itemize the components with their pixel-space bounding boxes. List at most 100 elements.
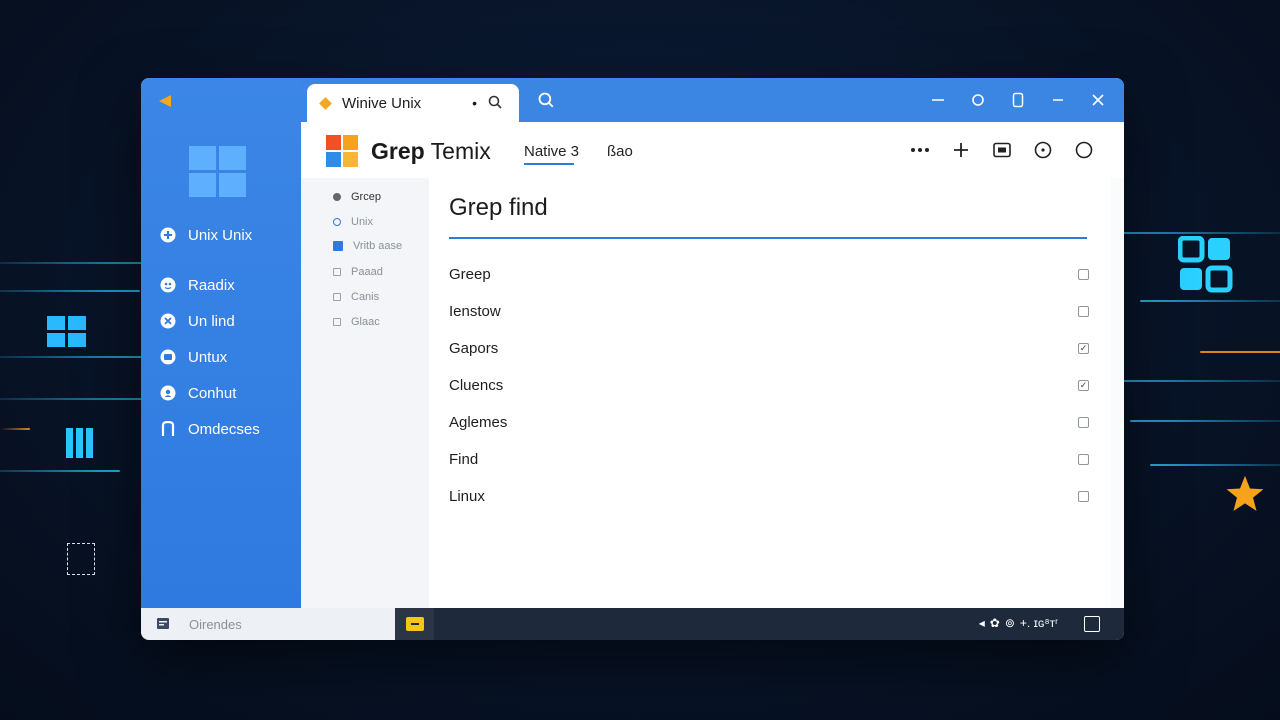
bullet-icon: [333, 318, 341, 326]
circle-icon[interactable]: [958, 78, 998, 122]
checkbox[interactable]: [1078, 490, 1089, 502]
plus-circle-icon: [159, 226, 177, 244]
app-title-bold: Grep: [371, 138, 425, 164]
list-item-label: Linux: [449, 487, 485, 505]
bullet-icon: [333, 293, 341, 301]
list-item-label: Cluencs: [449, 376, 504, 394]
bullet-icon: [333, 218, 341, 226]
folder-icon: [159, 348, 177, 366]
close-icon[interactable]: [1078, 78, 1118, 122]
sidebar-item-label: Paaad: [351, 266, 383, 278]
app-header: Grep Temix Native 3 ßao: [301, 122, 1124, 179]
nav-item-unlind[interactable]: Un lind: [159, 312, 235, 330]
secondary-sidebar: Grcep Unix Vritb aase Paaad Canis Glaac: [301, 178, 429, 608]
list-item[interactable]: Find: [449, 446, 1089, 472]
light-streak: [1100, 380, 1280, 382]
windows-logo-icon: [47, 316, 87, 353]
app-title-rest: Temix: [424, 138, 491, 164]
window-icon[interactable]: [981, 136, 1022, 164]
grid-apps-icon: [1177, 235, 1234, 299]
checkbox[interactable]: ✓: [1078, 342, 1089, 354]
star-icon: [1222, 472, 1268, 523]
nav-item-conhut[interactable]: Conhut: [159, 384, 236, 402]
checkbox[interactable]: [1078, 416, 1089, 428]
nav-item-label: Untux: [188, 348, 228, 366]
checkbox[interactable]: ✓: [1078, 379, 1089, 391]
back-arrow-icon[interactable]: [157, 94, 173, 113]
sidebar-item-vritb[interactable]: Vritb aase: [333, 240, 402, 252]
nav-item-label: Omdecses: [188, 420, 260, 438]
left-nav-pane: Unix Unix Raadix Un lind Untux Conhut Om…: [141, 78, 301, 608]
sidebar-item-label: Canis: [351, 291, 380, 303]
sidebar-item-canis[interactable]: Canis: [333, 291, 379, 303]
tab-dot: •: [472, 95, 477, 111]
more-icon[interactable]: [899, 136, 940, 164]
tab-native[interactable]: Native 3: [524, 143, 579, 160]
add-icon[interactable]: [940, 136, 981, 164]
nav-item-untux[interactable]: Untux: [159, 348, 227, 366]
settings-icon[interactable]: ✿: [990, 616, 1000, 630]
light-streak: [1100, 232, 1280, 234]
light-streak: [0, 356, 160, 358]
status-toggle-button[interactable]: [395, 608, 434, 640]
list-item[interactable]: Linux: [449, 483, 1089, 509]
nav-item-raadix[interactable]: Raadix: [159, 276, 235, 294]
contacts-icon: [159, 384, 177, 402]
windows-logo-icon: [189, 146, 247, 203]
app-logo-icon: [326, 135, 358, 167]
sidebar-item-grcep[interactable]: Grcep: [333, 191, 381, 203]
checkbox[interactable]: [1078, 305, 1089, 317]
list-item[interactable]: Aglemes: [449, 409, 1089, 435]
list-item[interactable]: Greep: [449, 261, 1089, 287]
tab-title: Winive Unix: [342, 94, 422, 112]
close-circle-icon: [159, 312, 177, 330]
phone-icon[interactable]: [998, 78, 1038, 122]
minimize-icon[interactable]: [918, 78, 958, 122]
light-streak: [0, 428, 30, 430]
sync-icon[interactable]: ⊚: [1005, 616, 1015, 630]
arrow-icon[interactable]: ◂: [979, 616, 985, 630]
window-controls: [918, 78, 1118, 122]
sidebar-item-label: Vritb aase: [353, 240, 403, 252]
browser-tab[interactable]: Winive Unix •: [307, 84, 519, 122]
search-icon[interactable]: [487, 94, 505, 112]
light-streak: [1140, 300, 1280, 302]
bullet-icon: [333, 268, 341, 276]
sidebar-item-paaad[interactable]: Paaad: [333, 266, 383, 278]
bars-icon: [66, 428, 94, 463]
notification-icon[interactable]: [1084, 616, 1100, 632]
status-bar: Oirendes ◂ ✿ ⊚ +. ɪɢ⁸ᴛʳ: [141, 608, 1124, 640]
checkbox[interactable]: [1078, 453, 1089, 465]
sidebar-item-glaac[interactable]: Glaac: [333, 316, 380, 328]
list-item[interactable]: Cluencs ✓: [449, 372, 1089, 398]
light-streak: [0, 290, 140, 292]
tab-secondary[interactable]: ßao: [607, 143, 633, 160]
list-item-label: Ienstow: [449, 302, 501, 320]
header-actions: [899, 136, 1104, 164]
list-item-label: Gapors: [449, 339, 499, 357]
list-item-label: Greep: [449, 265, 491, 283]
light-streak: [0, 470, 120, 472]
checkbox[interactable]: [1078, 268, 1089, 280]
status-input[interactable]: Oirendes: [141, 608, 395, 640]
light-streak: [1130, 420, 1280, 422]
profile-icon[interactable]: [1063, 136, 1104, 164]
app-title: Grep Temix: [371, 138, 491, 165]
nav-item-unix[interactable]: Unix Unix: [159, 226, 252, 244]
list-item[interactable]: Ienstow: [449, 298, 1089, 324]
nav-item-label: Conhut: [188, 384, 237, 402]
list-item[interactable]: Gapors ✓: [449, 335, 1089, 361]
info-icon[interactable]: [1022, 136, 1063, 164]
scrollbar[interactable]: [1111, 178, 1124, 608]
restore-icon[interactable]: [1038, 78, 1078, 122]
light-streak: [1150, 464, 1280, 466]
nav-item-omdecses[interactable]: Omdecses: [159, 420, 260, 438]
list-item-label: Find: [449, 450, 479, 468]
search-icon[interactable]: [537, 91, 557, 111]
list-item-label: Aglemes: [449, 413, 508, 431]
terminal-icon: [157, 617, 169, 632]
sidebar-item-unix[interactable]: Unix: [333, 216, 373, 228]
main-content: Grep find Greep Ienstow Gapors ✓ Cluencs ✓…: [429, 178, 1111, 608]
light-streak: [1200, 351, 1280, 353]
nav-item-label: Unix Unix: [188, 226, 253, 244]
